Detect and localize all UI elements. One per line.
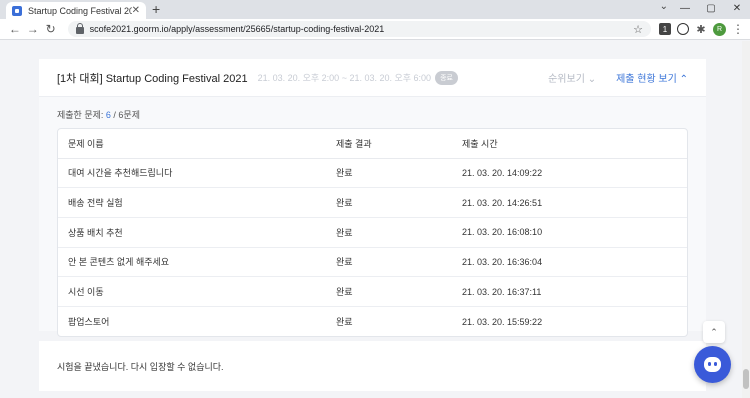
new-tab-button[interactable]: + xyxy=(152,1,160,17)
page-scrollbar[interactable] xyxy=(742,41,750,398)
forward-button[interactable]: → xyxy=(24,22,42,36)
submission-time: 21. 03. 20. 16:36:04 xyxy=(462,247,687,278)
scroll-to-top-button[interactable]: ⌃ xyxy=(703,321,725,343)
submission-result: 완료 xyxy=(336,317,353,328)
submission-result: 완료 xyxy=(336,276,462,307)
back-button[interactable]: ← xyxy=(6,22,24,36)
problem-name: 대여 시간을 추천해드립니다 xyxy=(58,158,336,189)
submission-result: 완료 xyxy=(336,158,462,189)
submission-result: 완료 xyxy=(336,187,462,218)
problem-name: 시선 이동 xyxy=(58,276,336,307)
problem-name: 배송 전략 실험 xyxy=(58,187,336,218)
header-problem-name: 문제 이름 xyxy=(58,129,336,159)
window-controls: — ▢ ✕ xyxy=(672,0,750,17)
reload-button[interactable]: ↻ xyxy=(42,22,60,36)
url-text[interactable]: scofe2021.goorm.io/apply/assessment/2566… xyxy=(90,24,634,34)
browser-tab-bar: Startup Coding Festival 2021 ✕ + ⌄ — ▢ ✕ xyxy=(0,0,750,19)
problem-name: 팝업스토어 xyxy=(68,317,110,328)
table-header-row: 문제 이름 제출 결과 제출 시간 xyxy=(58,129,687,159)
page-content: [1차 대회] Startup Coding Festival 2021 21.… xyxy=(0,41,750,398)
submission-time: 21. 03. 20. 15:59:22 xyxy=(462,316,543,327)
problem-name: 안 본 콘텐츠 없게 해주세요 xyxy=(58,247,336,278)
submission-result: 완료 xyxy=(336,247,462,278)
profile-avatar[interactable]: R xyxy=(713,22,727,36)
table-row: 대여 시간을 추천해드립니다 완료 21. 03. 20. 14:09:22 xyxy=(58,158,687,189)
close-window-button[interactable]: ✕ xyxy=(724,0,750,17)
maximize-button[interactable]: ▢ xyxy=(698,0,724,17)
extensions-puzzle-icon[interactable]: ✱ xyxy=(695,23,707,36)
submission-time: 21. 03. 20. 16:08:10 xyxy=(462,217,687,248)
submission-time: 21. 03. 20. 14:26:51 xyxy=(462,187,687,218)
submission-result: 완료 xyxy=(336,217,462,248)
exam-finished-notice: 시험을 끝냈습니다. 다시 입장할 수 없습니다. xyxy=(39,341,706,391)
browser-toolbar: ← → ↻ scofe2021.goorm.io/apply/assessmen… xyxy=(0,19,750,40)
minimize-button[interactable]: — xyxy=(672,0,698,17)
view-submissions-link[interactable]: 제출 현황 보기 ⌃ xyxy=(616,70,688,85)
view-ranking-link[interactable]: 순위보기 ⌄ xyxy=(548,70,596,85)
goorm-favicon-icon xyxy=(12,5,22,16)
submitted-total: / 6문제 xyxy=(110,110,140,120)
contest-title: [1차 대회] Startup Coding Festival 2021 xyxy=(57,72,248,85)
submission-panel: 제출한 문제: 6 / 6문제 문제 이름 제출 결과 제출 시간 대여 시간을… xyxy=(39,97,706,338)
contest-header: [1차 대회] Startup Coding Festival 2021 21.… xyxy=(39,59,706,97)
address-bar[interactable]: scofe2021.goorm.io/apply/assessment/2566… xyxy=(67,21,652,37)
submitted-label: 제출한 문제: xyxy=(57,110,106,120)
table-row: 시선 이동 완료 21. 03. 20. 16:37:11 xyxy=(58,276,687,307)
chat-bubble-icon xyxy=(704,357,721,372)
browser-menu-icon[interactable]: ⋮ xyxy=(732,22,744,36)
header-result: 제출 결과 xyxy=(336,129,462,159)
submission-time: 21. 03. 20. 14:09:22 xyxy=(462,158,687,189)
scrollbar-thumb[interactable] xyxy=(743,369,749,389)
chat-button[interactable] xyxy=(694,346,731,383)
extensions-area: 1 ✱ R ⋮ xyxy=(659,22,744,36)
problem-name: 상품 배치 추천 xyxy=(58,217,336,248)
tab-title: Startup Coding Festival 2021 xyxy=(28,5,132,16)
table-row: 팝업스토어 완료 21. 03. 20. 15:59:22 xyxy=(58,306,687,336)
tab-list-icon[interactable]: ⌄ xyxy=(660,1,668,12)
table-row: 배송 전략 실험 완료 21. 03. 20. 14:26:51 xyxy=(58,187,687,218)
status-badge: 종료 xyxy=(435,70,458,85)
lock-icon[interactable] xyxy=(75,23,84,34)
browser-tab[interactable]: Startup Coding Festival 2021 ✕ xyxy=(6,2,146,19)
submitted-count: 제출한 문제: 6 / 6문제 xyxy=(57,108,688,121)
exam-finished-message: 시험을 끝냈습니다. 다시 입장할 수 없습니다. xyxy=(57,361,224,372)
tab-close-icon[interactable]: ✕ xyxy=(132,5,140,16)
extension-block-icon[interactable] xyxy=(677,23,690,35)
header-time: 제출 시간 xyxy=(462,129,687,159)
table-row: 안 본 콘텐츠 없게 해주세요 완료 21. 03. 20. 16:36:04 xyxy=(58,247,687,278)
submission-time: 21. 03. 20. 16:37:11 xyxy=(462,276,687,307)
contest-date: 21. 03. 20. 오후 2:00 ~ 21. 03. 20. 오후 6:0… xyxy=(257,73,432,83)
extension-icon[interactable]: 1 xyxy=(659,23,672,35)
submission-table: 문제 이름 제출 결과 제출 시간 대여 시간을 추천해드립니다 완료 21. … xyxy=(57,128,688,338)
table-row: 상품 배치 추천 완료 21. 03. 20. 16:08:10 xyxy=(58,217,687,248)
bookmark-star-icon[interactable]: ☆ xyxy=(633,23,643,36)
